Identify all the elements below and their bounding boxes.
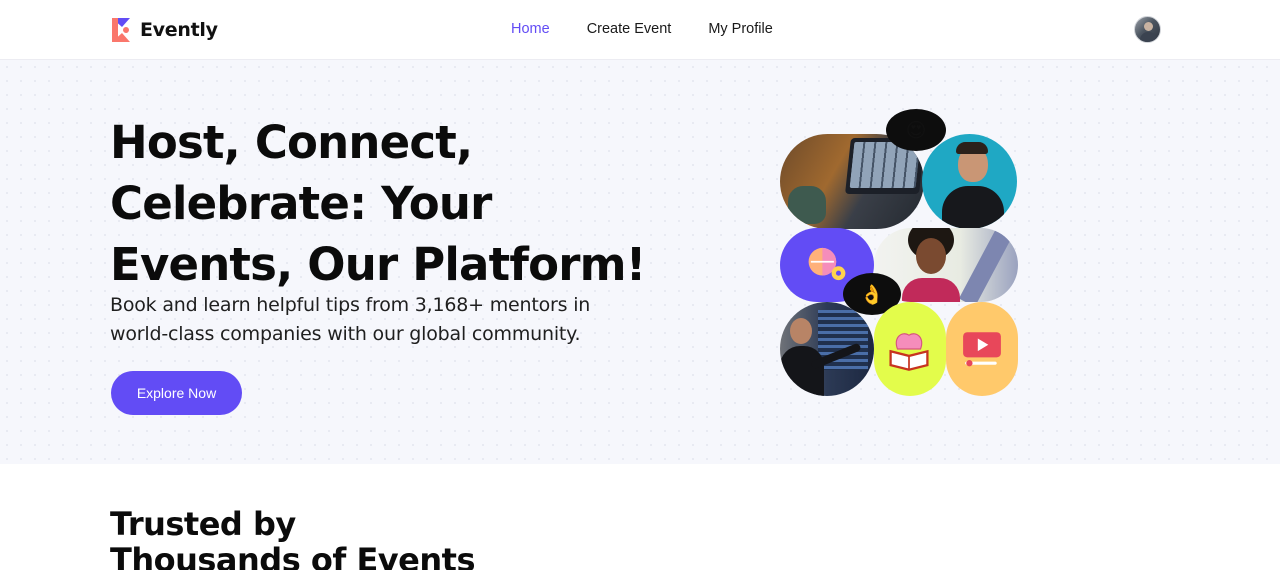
top-navbar: Evently Home Create Event My Profile [0, 0, 1280, 60]
trusted-title-line: Trusted by [110, 505, 296, 543]
hero-section: Host, Connect, Celebrate: Your Events, O… [0, 60, 1280, 464]
collage-presenter-photo [780, 302, 874, 396]
hero-subtitle: Book and learn helpful tips from 3,168+ … [110, 291, 670, 349]
hero-subtitle-line: world-class companies with our global co… [110, 323, 581, 345]
nav-create-event-link[interactable]: Create Event [587, 21, 672, 37]
hero-collage: 😍 👌 [778, 107, 1023, 399]
main-nav: Home Create Event My Profile [511, 0, 810, 58]
heart-eyes-emoji: 😍 [905, 118, 927, 142]
trusted-title-line: Thousands of Events [110, 541, 475, 570]
brain-gear-icon [808, 247, 846, 281]
emoji-bubble-top: 😍 [886, 109, 946, 151]
hero-title-line: Celebrate: Your [110, 177, 492, 230]
video-play-icon [963, 332, 1001, 367]
hero-subtitle-line: Book and learn helpful tips from 3,168+ … [110, 294, 591, 316]
logo-icon [112, 18, 130, 42]
explore-now-button[interactable]: Explore Now [111, 371, 242, 415]
user-avatar[interactable] [1134, 16, 1161, 43]
trusted-section-title: Trusted by Thousands of Events [110, 506, 570, 570]
brand-name: Evently [140, 19, 218, 41]
collage-video-tile [946, 302, 1018, 396]
hero-title-line: Events, Our Platform! [110, 238, 646, 291]
nav-home-link[interactable]: Home [511, 21, 550, 37]
brain-book-icon [889, 333, 929, 371]
collage-brain-book-tile [874, 302, 946, 396]
collage-man-photo [922, 134, 1017, 229]
nav-my-profile-link[interactable]: My Profile [708, 21, 772, 37]
ok-hand-emoji: 👌 [860, 283, 884, 306]
brand-logo[interactable]: Evently [110, 16, 218, 44]
hero-title-line: Host, Connect, [110, 116, 473, 169]
hero-title: Host, Connect, Celebrate: Your Events, O… [110, 112, 670, 295]
